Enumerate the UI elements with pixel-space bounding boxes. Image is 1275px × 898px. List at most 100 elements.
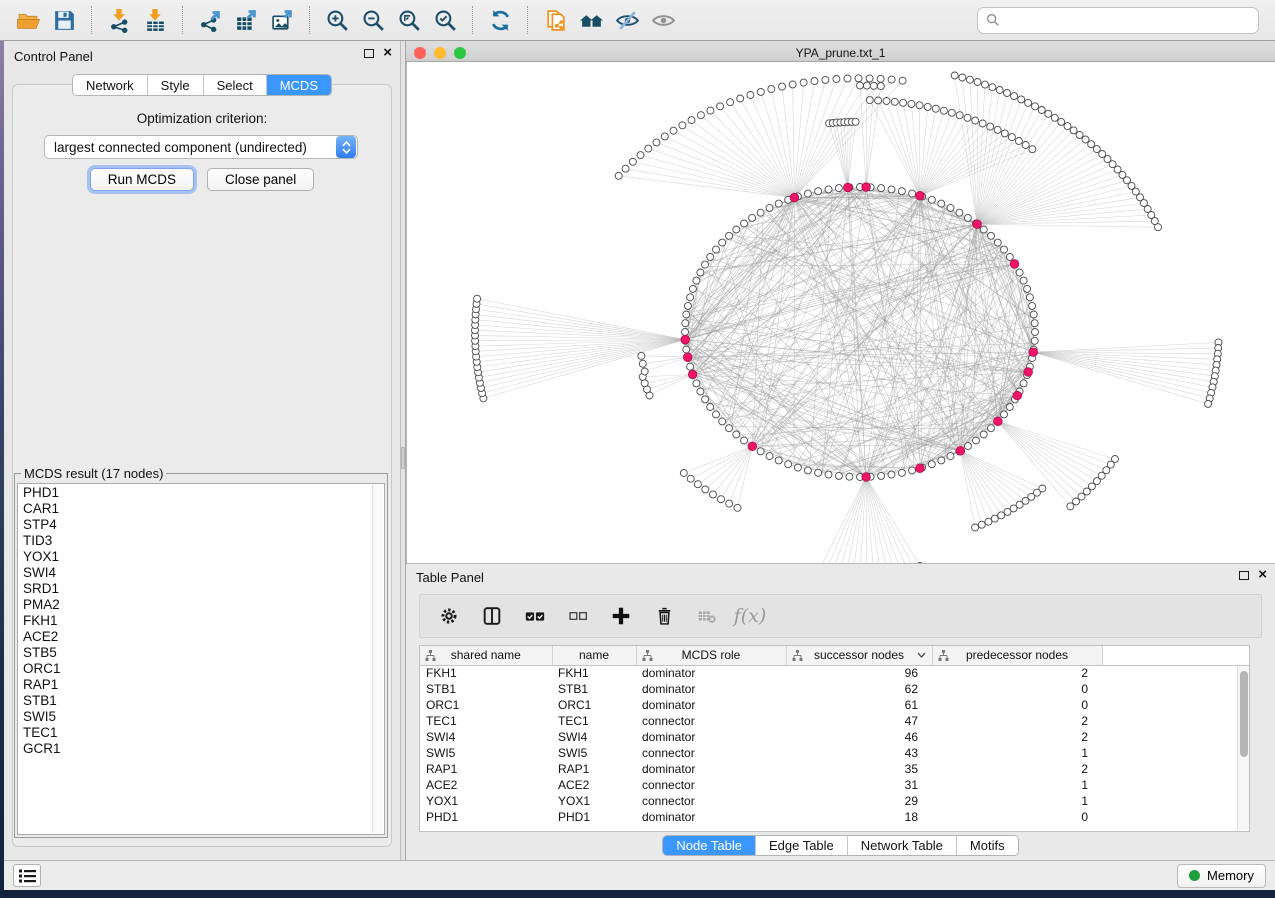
table-row[interactable]: PHD1PHD1dominator180	[420, 809, 1250, 825]
tab-select[interactable]: Select	[204, 75, 267, 95]
close-panel-button[interactable]: Close panel	[207, 168, 314, 191]
cell-shared-name[interactable]: ORC1	[420, 697, 552, 713]
cell-predecessor-nodes[interactable]: 2	[932, 729, 1102, 745]
table-row[interactable]: ACE2ACE2connector311	[420, 777, 1250, 793]
cell-shared-name[interactable]: ACE2	[420, 777, 552, 793]
cell-successor-nodes[interactable]: 43	[786, 745, 932, 761]
cell-filler[interactable]	[1102, 713, 1250, 729]
zoom-fit-button[interactable]	[391, 4, 427, 36]
cell-successor-nodes[interactable]: 46	[786, 729, 932, 745]
run-mcds-button[interactable]: Run MCDS	[90, 168, 194, 191]
import-network-button[interactable]	[101, 4, 137, 36]
function-builder-button[interactable]: f(x)	[737, 603, 763, 629]
mcds-list-scrollbar[interactable]	[372, 485, 383, 833]
column-header-name[interactable]: name	[552, 646, 636, 665]
criterion-dropdown[interactable]: largest connected component (undirected)	[44, 135, 358, 159]
cell-successor-nodes[interactable]: 61	[786, 697, 932, 713]
cell-successor-nodes[interactable]: 18	[786, 809, 932, 825]
tab-network-table[interactable]: Network Table	[848, 836, 957, 855]
cell-mcds-role[interactable]: dominator	[636, 729, 786, 745]
close-panel-icon[interactable]: ×	[383, 48, 392, 58]
import-table-button[interactable]	[137, 4, 173, 36]
table-row[interactable]: YOX1YOX1connector291	[420, 793, 1250, 809]
mcds-result-item[interactable]: TID3	[23, 533, 384, 549]
cell-filler[interactable]	[1102, 665, 1250, 681]
cell-shared-name[interactable]: RAP1	[420, 761, 552, 777]
zoom-out-button[interactable]	[355, 4, 391, 36]
memory-button[interactable]: Memory	[1177, 864, 1266, 888]
cell-predecessor-nodes[interactable]: 0	[932, 681, 1102, 697]
float-panel-icon[interactable]	[364, 49, 374, 58]
column-header-predecessor-nodes[interactable]: predecessor nodes	[932, 646, 1102, 665]
column-header-shared-name[interactable]: shared name	[420, 646, 552, 665]
tab-style[interactable]: Style	[148, 75, 204, 95]
node-table[interactable]: shared name name MCDS role successor nod…	[419, 645, 1250, 832]
cell-predecessor-nodes[interactable]: 1	[932, 777, 1102, 793]
table-row[interactable]: SWI5SWI5connector431	[420, 745, 1250, 761]
cell-mcds-role[interactable]: dominator	[636, 809, 786, 825]
cell-mcds-role[interactable]: dominator	[636, 665, 786, 681]
cell-mcds-role[interactable]: connector	[636, 777, 786, 793]
cell-filler[interactable]	[1102, 793, 1250, 809]
mcds-result-item[interactable]: SWI4	[23, 565, 384, 581]
cell-successor-nodes[interactable]: 35	[786, 761, 932, 777]
cell-successor-nodes[interactable]: 96	[786, 665, 932, 681]
deselect-all-button[interactable]	[565, 603, 591, 629]
cell-predecessor-nodes[interactable]: 1	[932, 745, 1102, 761]
close-table-panel-icon[interactable]: ×	[1258, 570, 1267, 580]
task-history-button[interactable]	[13, 864, 41, 887]
mcds-result-item[interactable]: PHD1	[23, 485, 384, 501]
cell-mcds-role[interactable]: dominator	[636, 681, 786, 697]
cell-successor-nodes[interactable]: 62	[786, 681, 932, 697]
table-row[interactable]: STB1STB1dominator620	[420, 681, 1250, 697]
cell-name[interactable]: SWI4	[552, 729, 636, 745]
cell-predecessor-nodes[interactable]: 0	[932, 809, 1102, 825]
cell-filler[interactable]	[1102, 729, 1250, 745]
cell-filler[interactable]	[1102, 761, 1250, 777]
cell-predecessor-nodes[interactable]: 2	[932, 665, 1102, 681]
cell-filler[interactable]	[1102, 809, 1250, 825]
zoom-in-button[interactable]	[319, 4, 355, 36]
export-network-button[interactable]	[192, 4, 228, 36]
tab-mcds[interactable]: MCDS	[267, 75, 331, 95]
mcds-result-item[interactable]: STB1	[23, 693, 384, 709]
mcds-result-item[interactable]: GCR1	[23, 741, 384, 757]
cell-name[interactable]: STB1	[552, 681, 636, 697]
cell-successor-nodes[interactable]: 29	[786, 793, 932, 809]
mcds-result-list[interactable]: PHD1CAR1STP4TID3YOX1SWI4SRD1PMA2FKH1ACE2…	[17, 483, 385, 835]
add-column-button[interactable]	[608, 603, 634, 629]
column-header-mcds-role[interactable]: MCDS role	[636, 646, 786, 665]
search-box[interactable]	[977, 7, 1259, 34]
cell-shared-name[interactable]: PHD1	[420, 809, 552, 825]
table-scrollbar-thumb[interactable]	[1240, 671, 1248, 757]
open-file-button[interactable]	[10, 4, 46, 36]
show-graphics-details-button[interactable]	[645, 4, 681, 36]
export-table-button[interactable]	[228, 4, 264, 36]
mcds-result-item[interactable]: PMA2	[23, 597, 384, 613]
delete-table-button[interactable]	[694, 603, 720, 629]
cell-shared-name[interactable]: FKH1	[420, 665, 552, 681]
cell-predecessor-nodes[interactable]: 2	[932, 761, 1102, 777]
mcds-result-item[interactable]: SRD1	[23, 581, 384, 597]
cell-mcds-role[interactable]: connector	[636, 793, 786, 809]
hide-graphics-details-button[interactable]	[609, 4, 645, 36]
search-input[interactable]	[1006, 13, 1250, 28]
save-session-button[interactable]	[46, 4, 82, 36]
cell-successor-nodes[interactable]: 47	[786, 713, 932, 729]
cell-filler[interactable]	[1102, 745, 1250, 761]
tab-edge-table[interactable]: Edge Table	[756, 836, 848, 855]
cell-name[interactable]: RAP1	[552, 761, 636, 777]
mcds-result-item[interactable]: TEC1	[23, 725, 384, 741]
cell-name[interactable]: SWI5	[552, 745, 636, 761]
cell-mcds-role[interactable]: connector	[636, 713, 786, 729]
cell-mcds-role[interactable]: dominator	[636, 761, 786, 777]
clone-network-button[interactable]	[537, 4, 573, 36]
cell-predecessor-nodes[interactable]: 1	[932, 793, 1102, 809]
cell-name[interactable]: PHD1	[552, 809, 636, 825]
table-row[interactable]: SWI4SWI4dominator462	[420, 729, 1250, 745]
mcds-result-item[interactable]: STP4	[23, 517, 384, 533]
table-row[interactable]: ORC1ORC1dominator610	[420, 697, 1250, 713]
cell-shared-name[interactable]: SWI5	[420, 745, 552, 761]
cell-shared-name[interactable]: TEC1	[420, 713, 552, 729]
delete-column-button[interactable]	[651, 603, 677, 629]
